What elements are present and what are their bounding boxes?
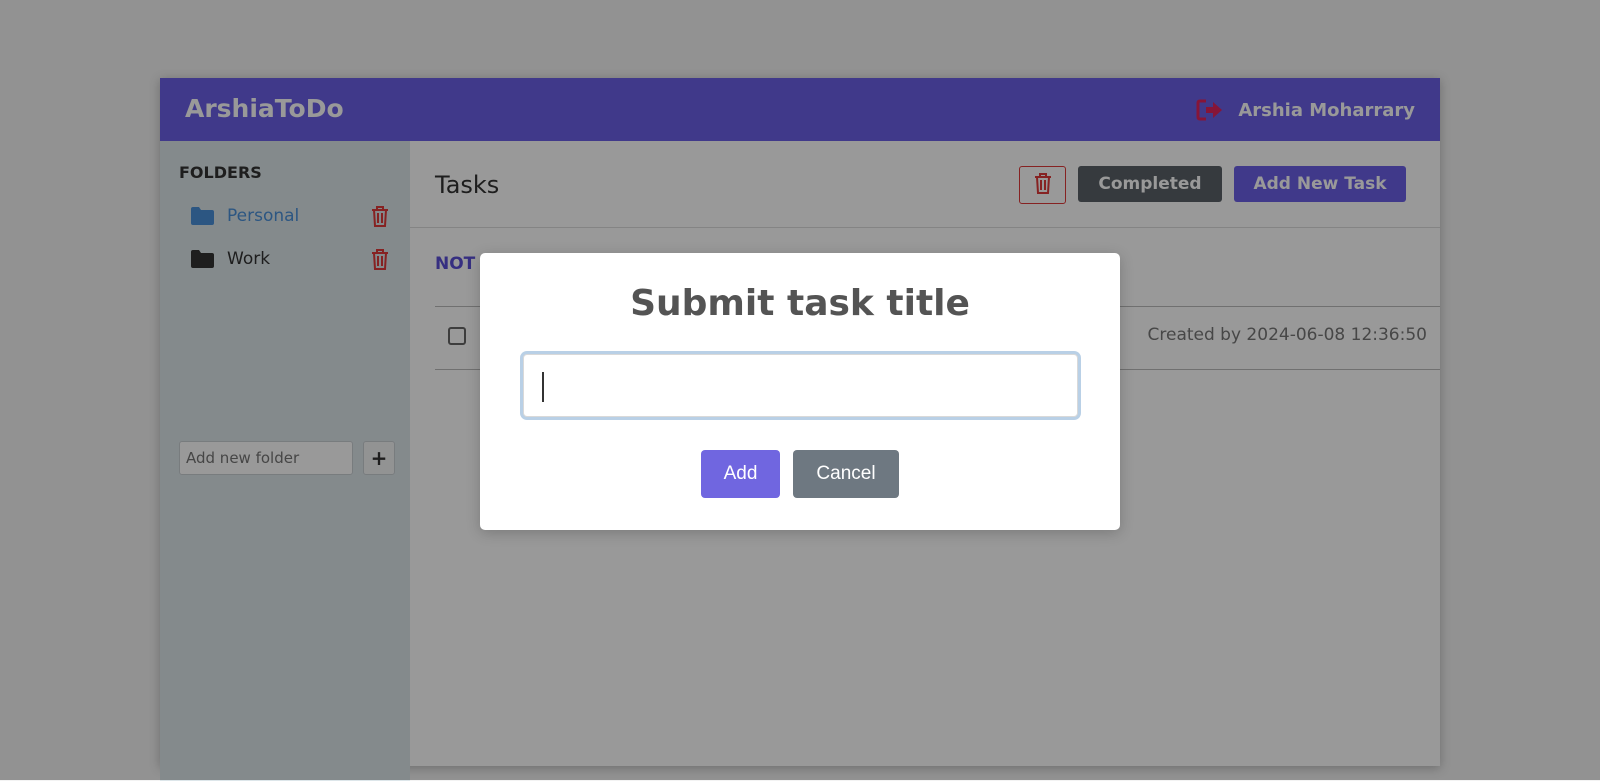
task-title-input[interactable]	[523, 354, 1078, 417]
modal-title: Submit task title	[630, 283, 970, 324]
text-caret	[542, 372, 544, 402]
cancel-button[interactable]: Cancel	[793, 450, 899, 498]
submit-task-modal: Submit task title Add Cancel	[480, 253, 1120, 530]
add-button[interactable]: Add	[701, 450, 780, 498]
